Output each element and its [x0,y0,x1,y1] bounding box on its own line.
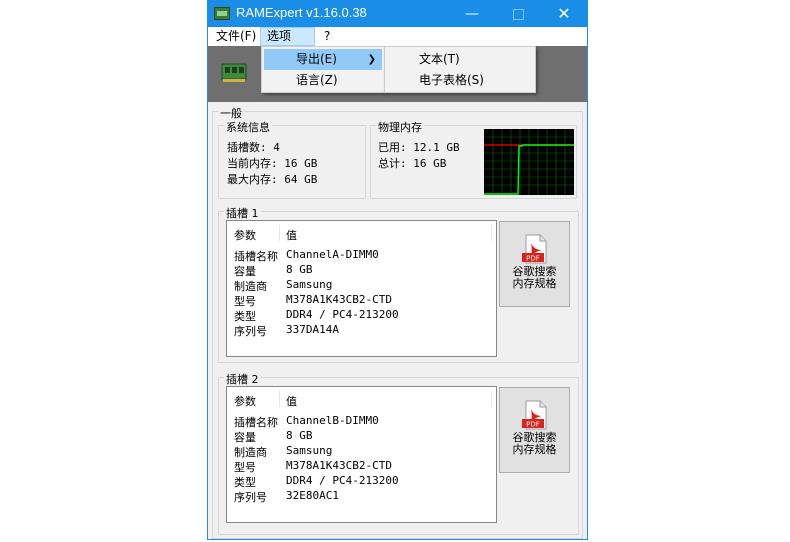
slot-1-value: 8 GB [286,263,313,276]
slot-1-label: 插槽 1 [224,205,261,221]
slot-1-value: DDR4 / PC4-213200 [286,308,399,321]
physical-memory-label: 物理内存 [376,119,424,135]
close-button[interactable]: ✕ [541,1,587,27]
export-text-label: 文本(T) [419,52,460,66]
current-memory: 当前内存: 16 GB [227,157,318,170]
slot-1-panel: 参数 值 插槽名称 ChannelA-DIMM0 容量 8 GB 制造商 Sam… [226,220,497,357]
slot-1-param: 类型 [234,310,256,323]
chevron-right-icon: ❯ [367,54,376,65]
pdf-icon: PDF [522,400,547,430]
slot-2-panel: 参数 值 插槽名称 ChannelB-DIMM0 容量 8 GB 制造商 Sam… [226,386,497,523]
slot-2-value: 8 GB [286,429,313,442]
search-line-2: 内存规格 [512,277,557,290]
search-label: 谷歌搜索 内存规格 [500,266,569,290]
slot-1-google-search-button[interactable]: PDF 谷歌搜索 内存规格 [499,221,570,307]
slot-1-param: 序列号 [234,325,267,338]
memory-total: 总计: 16 GB [378,157,447,170]
slot-1-param: 制造商 [234,280,267,293]
menu-help[interactable]: ? [318,27,336,46]
slot-2-value: DDR4 / PC4-213200 [286,474,399,487]
slot-2-value: Samsung [286,444,333,457]
slot-2-param: 容量 [234,431,256,444]
menu-item-export-text[interactable]: 文本(T) [387,49,533,70]
language-label: 语言(Z) [296,73,338,87]
menu-bar: 文件(F) 选项(O) ? [208,27,587,60]
slot-count: 插槽数: 4 [227,141,280,154]
maximize-icon [512,8,524,20]
memory-usage-graph [484,129,574,195]
menu-item-export-spreadsheet[interactable]: 电子表格(S) [387,70,533,91]
ram-module-icon [221,63,247,82]
slot-2-value: ChannelB-DIMM0 [286,414,379,427]
ram-chip-icon [214,7,230,20]
title-bar[interactable]: RAMExpert v1.16.0.38 — ✕ [208,1,587,27]
window-title: RAMExpert v1.16.0.38 [236,5,367,20]
slot-1-value: ChannelA-DIMM0 [286,248,379,261]
slot-2-value: 32E80AC1 [286,489,339,502]
slot-2-value: M378A1K43CB2-CTD [286,459,392,472]
search-label: 谷歌搜索 内存规格 [500,432,569,456]
menu-item-export[interactable]: 导出(E) ❯ [264,49,382,70]
max-memory: 最大内存: 64 GB [227,173,318,186]
slot-2-google-search-button[interactable]: PDF 谷歌搜索 内存规格 [499,387,570,473]
param-header: 参数 [234,229,256,242]
slot-2-param: 插槽名称 [234,416,278,429]
options-dropdown: 导出(E) ❯ 语言(Z) [261,46,385,93]
pdf-badge-text: PDF [526,255,540,263]
slot-1-value: M378A1K43CB2-CTD [286,293,392,306]
search-line-2: 内存规格 [512,443,557,456]
pdf-badge-text: PDF [526,421,540,429]
maximize-button[interactable] [495,1,541,27]
slot-2-label: 插槽 2 [224,371,261,387]
slot-2-param: 制造商 [234,446,267,459]
slot-2-param: 序列号 [234,491,267,504]
slot-1-param: 插槽名称 [234,250,278,263]
export-label: 导出(E) [296,52,337,66]
pdf-icon: PDF [522,234,547,264]
slot-1-param: 容量 [234,265,256,278]
value-header: 值 [286,229,297,242]
value-header: 值 [286,395,297,408]
slot-1-value: Samsung [286,278,333,291]
menu-options[interactable]: 选项(O) [260,27,315,60]
export-spreadsheet-label: 电子表格(S) [419,73,484,87]
slot-2-param: 类型 [234,476,256,489]
export-submenu: 文本(T) 电子表格(S) [384,46,536,93]
menu-item-language[interactable]: 语言(Z) [264,70,382,91]
menu-file[interactable]: 文件(F) [210,27,262,46]
slot-2-param: 型号 [234,461,256,474]
minimize-button[interactable]: — [449,1,495,27]
memory-used: 已用: 12.1 GB [378,141,460,154]
system-info-label: 系统信息 [224,119,272,135]
param-header: 参数 [234,395,256,408]
slot-1-param: 型号 [234,295,256,308]
slot-1-value: 337DA14A [286,323,339,336]
